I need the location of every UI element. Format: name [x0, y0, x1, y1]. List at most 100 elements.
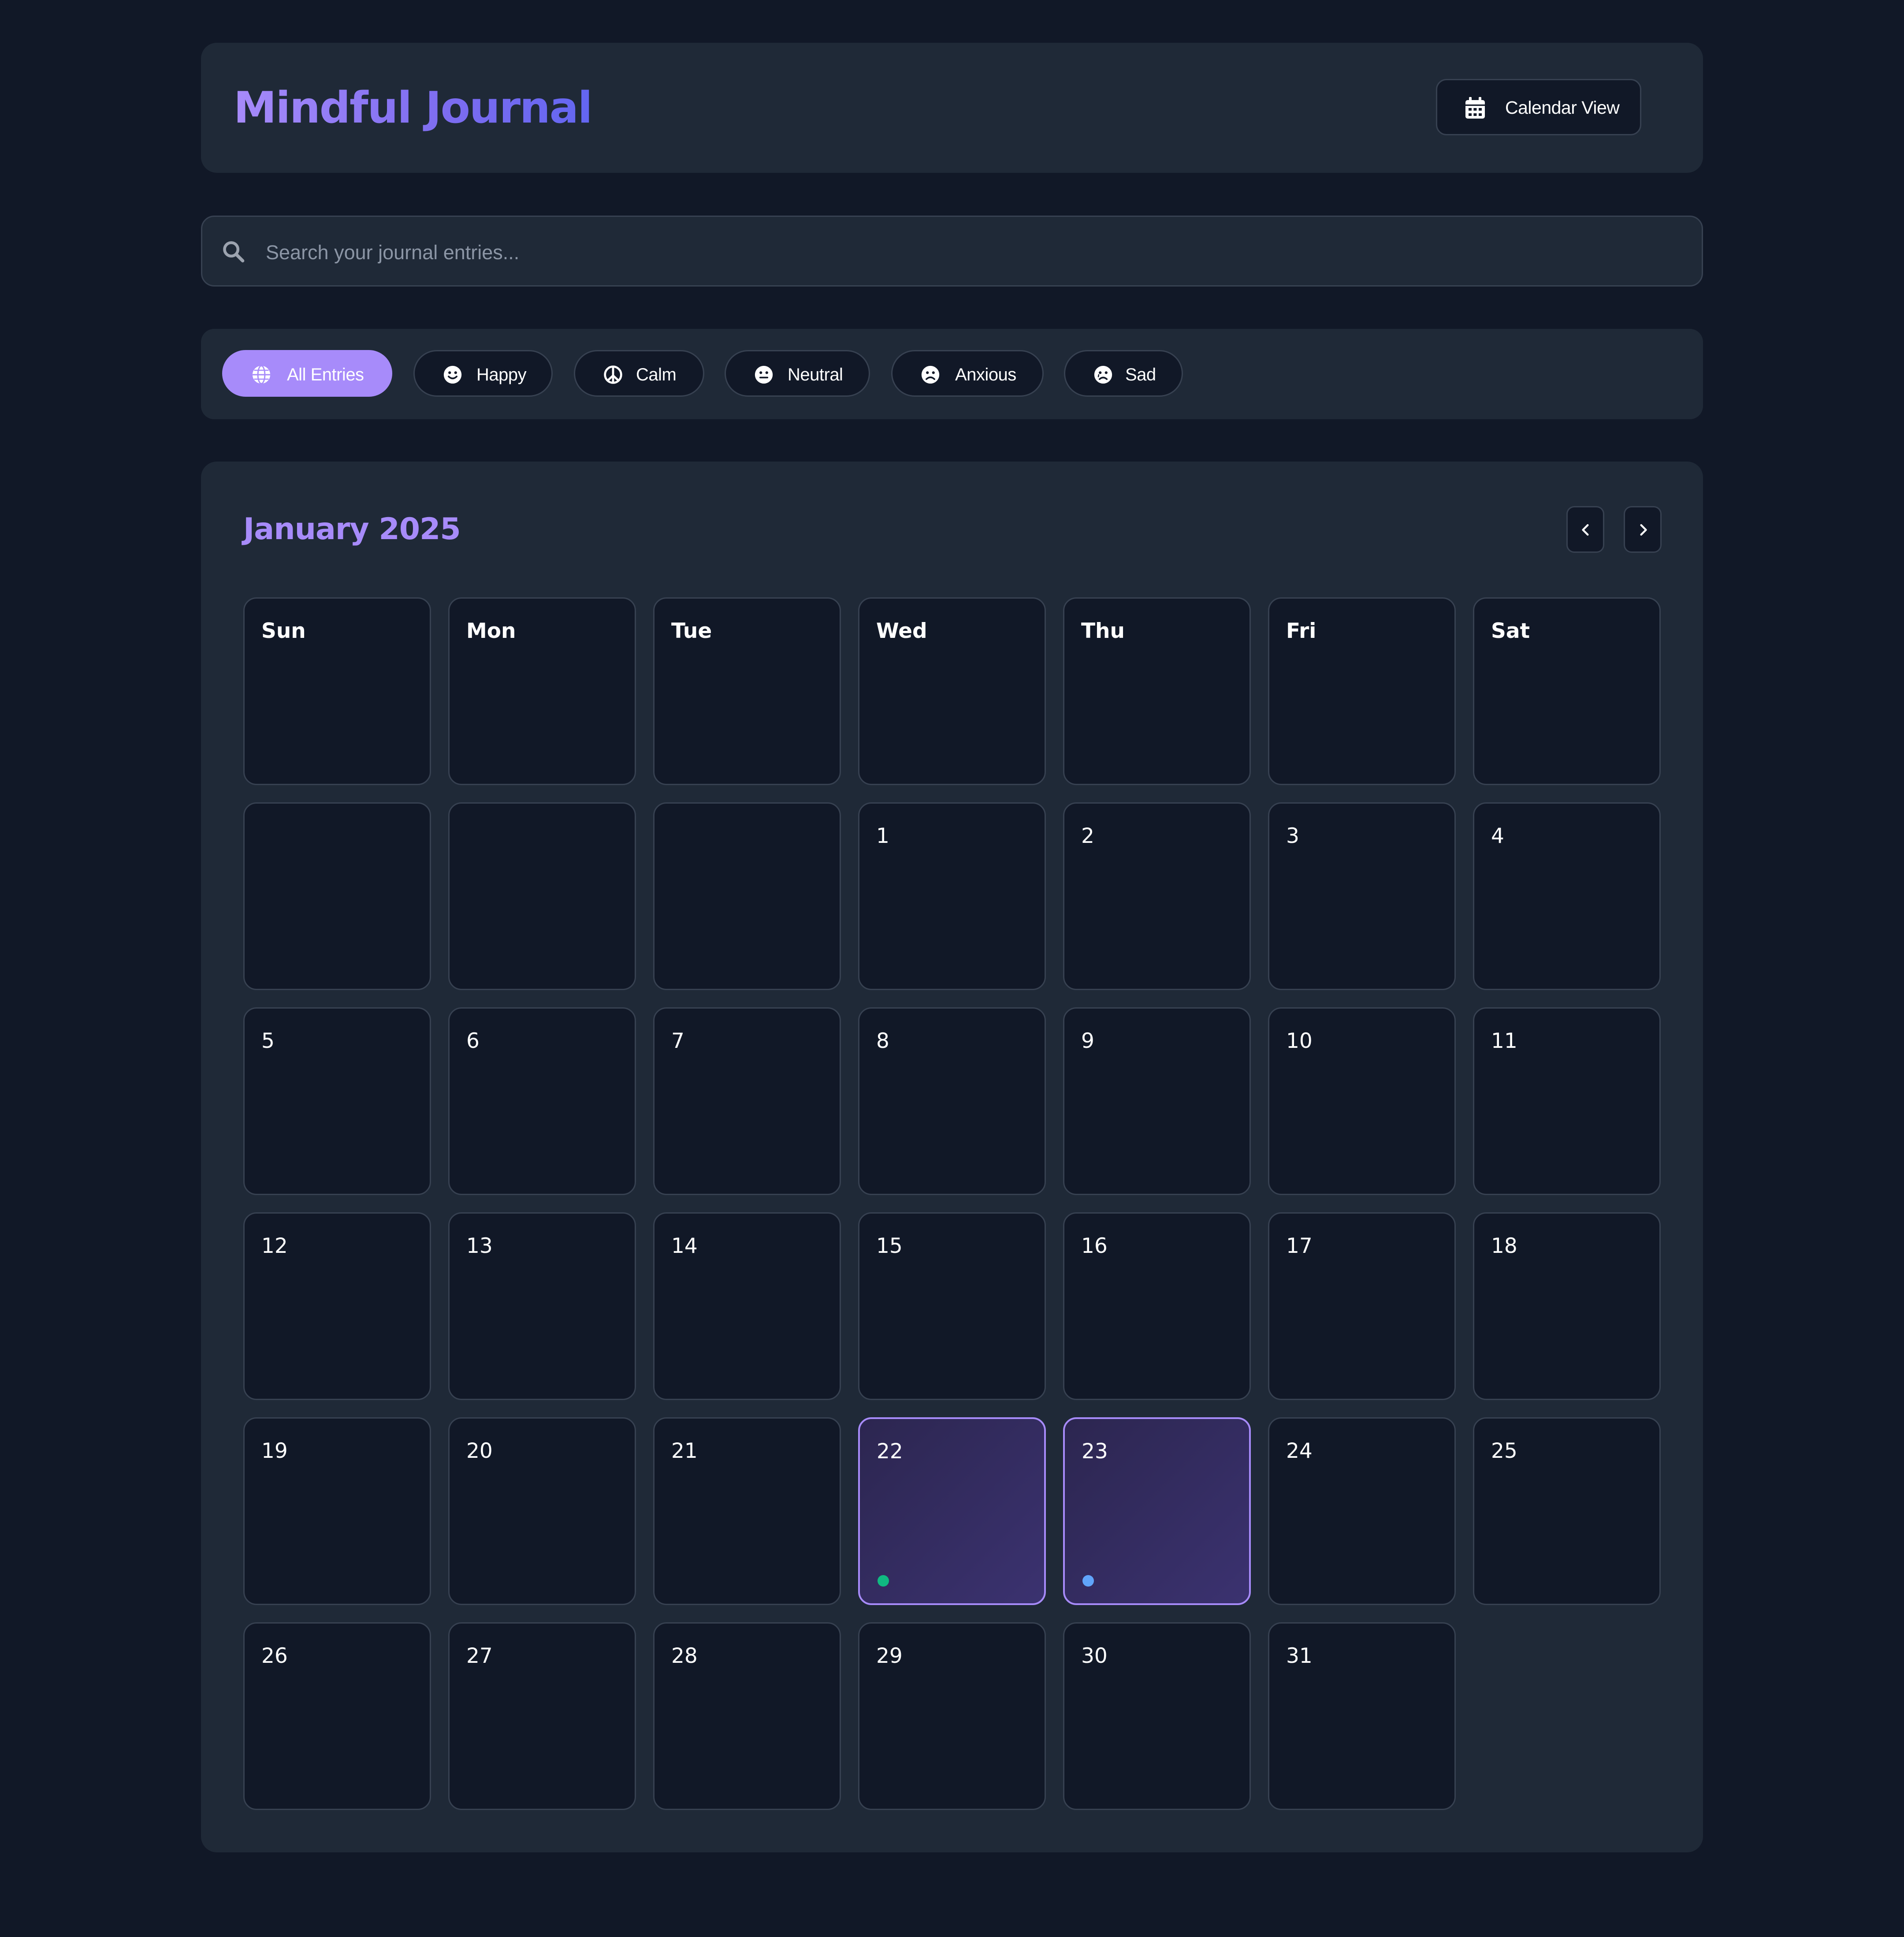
weekday-header-fri: Fri	[1268, 597, 1456, 785]
app-root: Mindful Journal Calendar View Search you…	[0, 0, 1904, 1937]
day-cell-28[interactable]: 28	[653, 1622, 841, 1810]
weekday-header-sat: Sat	[1473, 597, 1661, 785]
filter-calm[interactable]: Calm	[574, 350, 704, 397]
day-cell-21[interactable]: 21	[653, 1417, 841, 1605]
day-number: 12	[261, 1234, 288, 1258]
day-number: 3	[1286, 824, 1299, 848]
day-cell-9[interactable]: 9	[1063, 1007, 1251, 1195]
empty-day-cell	[448, 802, 636, 990]
filter-all-entries[interactable]: All Entries	[222, 350, 392, 397]
day-number: 30	[1081, 1644, 1108, 1668]
weekday-header-wed: Wed	[858, 597, 1046, 785]
day-number: 22	[877, 1439, 903, 1464]
empty-day-cell	[653, 802, 841, 990]
weekday-header-thu: Thu	[1063, 597, 1251, 785]
day-cell-18[interactable]: 18	[1473, 1212, 1661, 1400]
filter-sad[interactable]: Sad	[1064, 350, 1183, 397]
next-month-button[interactable]	[1624, 506, 1662, 553]
sad-face-icon	[1094, 365, 1112, 384]
weekday-header-sun: Sun	[243, 597, 431, 785]
day-cell-16[interactable]: 16	[1063, 1212, 1251, 1400]
header: Mindful Journal Calendar View	[201, 43, 1703, 173]
day-number: 6	[466, 1029, 480, 1053]
calendar-view-button[interactable]: Calendar View	[1436, 79, 1641, 135]
day-number: 8	[876, 1029, 889, 1053]
day-cell-17[interactable]: 17	[1268, 1212, 1456, 1400]
day-number: 19	[261, 1439, 288, 1463]
day-cell-20[interactable]: 20	[448, 1417, 636, 1605]
weekday-label: Mon	[466, 619, 516, 643]
day-number: 23	[1082, 1439, 1108, 1464]
day-number: 28	[671, 1644, 698, 1668]
chevron-right-icon	[1640, 524, 1647, 536]
filter-label: All Entries	[287, 365, 364, 384]
day-number: 25	[1491, 1439, 1517, 1463]
weekday-label: Sat	[1491, 619, 1530, 643]
day-cell-19[interactable]: 19	[243, 1417, 431, 1605]
mood-indicator-dot	[1082, 1575, 1094, 1587]
month-title: January 2025	[243, 512, 461, 547]
day-cell-11[interactable]: 11	[1473, 1007, 1661, 1195]
day-number: 13	[466, 1234, 493, 1258]
weekday-header-mon: Mon	[448, 597, 636, 785]
search-bar	[201, 216, 1703, 287]
globe-icon	[252, 365, 271, 384]
day-number: 16	[1081, 1234, 1108, 1258]
day-cell-24[interactable]: 24	[1268, 1417, 1456, 1605]
day-cell-31[interactable]: 31	[1268, 1622, 1456, 1810]
weekday-label: Wed	[876, 619, 927, 643]
day-cell-10[interactable]: 10	[1268, 1007, 1456, 1195]
day-cell-23[interactable]: 23	[1063, 1417, 1251, 1605]
prev-month-button[interactable]	[1566, 506, 1604, 553]
day-number: 29	[876, 1644, 903, 1668]
day-cell-7[interactable]: 7	[653, 1007, 841, 1195]
neutral-face-icon	[755, 365, 773, 384]
filter-neutral[interactable]: Neutral	[725, 350, 870, 397]
day-cell-5[interactable]: 5	[243, 1007, 431, 1195]
day-number: 18	[1491, 1234, 1517, 1258]
app-title: Mindful Journal	[234, 82, 593, 134]
day-number: 17	[1286, 1234, 1313, 1258]
filter-label: Calm	[636, 365, 677, 384]
chevron-left-icon	[1582, 524, 1589, 536]
weekday-label: Tue	[671, 619, 712, 643]
day-number: 27	[466, 1644, 493, 1668]
day-cell-2[interactable]: 2	[1063, 802, 1251, 990]
filter-label: Sad	[1125, 365, 1156, 384]
weekday-label: Thu	[1081, 619, 1125, 643]
filter-label: Anxious	[955, 365, 1016, 384]
weekday-label: Sun	[261, 619, 306, 643]
day-number: 5	[261, 1029, 275, 1053]
day-cell-30[interactable]: 30	[1063, 1622, 1251, 1810]
calendar-panel: January 2025 Sun Mon Tue Wed Thu Fri Sat 1 2 3 4 5 6…	[201, 462, 1703, 1852]
day-number: 1	[876, 824, 889, 848]
day-number: 15	[876, 1234, 903, 1258]
day-cell-12[interactable]: 12	[243, 1212, 431, 1400]
day-cell-15[interactable]: 15	[858, 1212, 1046, 1400]
filter-label: Neutral	[788, 365, 843, 384]
day-cell-1[interactable]: 1	[858, 802, 1046, 990]
day-cell-13[interactable]: 13	[448, 1212, 636, 1400]
day-cell-14[interactable]: 14	[653, 1212, 841, 1400]
day-number: 20	[466, 1439, 493, 1463]
day-cell-4[interactable]: 4	[1473, 802, 1661, 990]
day-cell-26[interactable]: 26	[243, 1622, 431, 1810]
search-input[interactable]	[265, 230, 1677, 275]
mood-filter-bar: All Entries Happy Calm Neutral Anxious S…	[201, 329, 1703, 419]
calendar-view-label: Calendar View	[1505, 97, 1620, 118]
day-cell-25[interactable]: 25	[1473, 1417, 1661, 1605]
day-cell-29[interactable]: 29	[858, 1622, 1046, 1810]
filter-happy[interactable]: Happy	[413, 350, 553, 397]
day-cell-3[interactable]: 3	[1268, 802, 1456, 990]
day-number: 10	[1286, 1029, 1313, 1053]
filter-anxious[interactable]: Anxious	[891, 350, 1044, 397]
search-icon	[223, 241, 245, 263]
day-cell-8[interactable]: 8	[858, 1007, 1046, 1195]
day-number: 26	[261, 1644, 288, 1668]
peace-icon	[604, 365, 622, 384]
day-number: 7	[671, 1029, 684, 1053]
day-number: 31	[1286, 1644, 1313, 1668]
day-cell-22[interactable]: 22	[858, 1417, 1046, 1605]
day-cell-6[interactable]: 6	[448, 1007, 636, 1195]
day-cell-27[interactable]: 27	[448, 1622, 636, 1810]
